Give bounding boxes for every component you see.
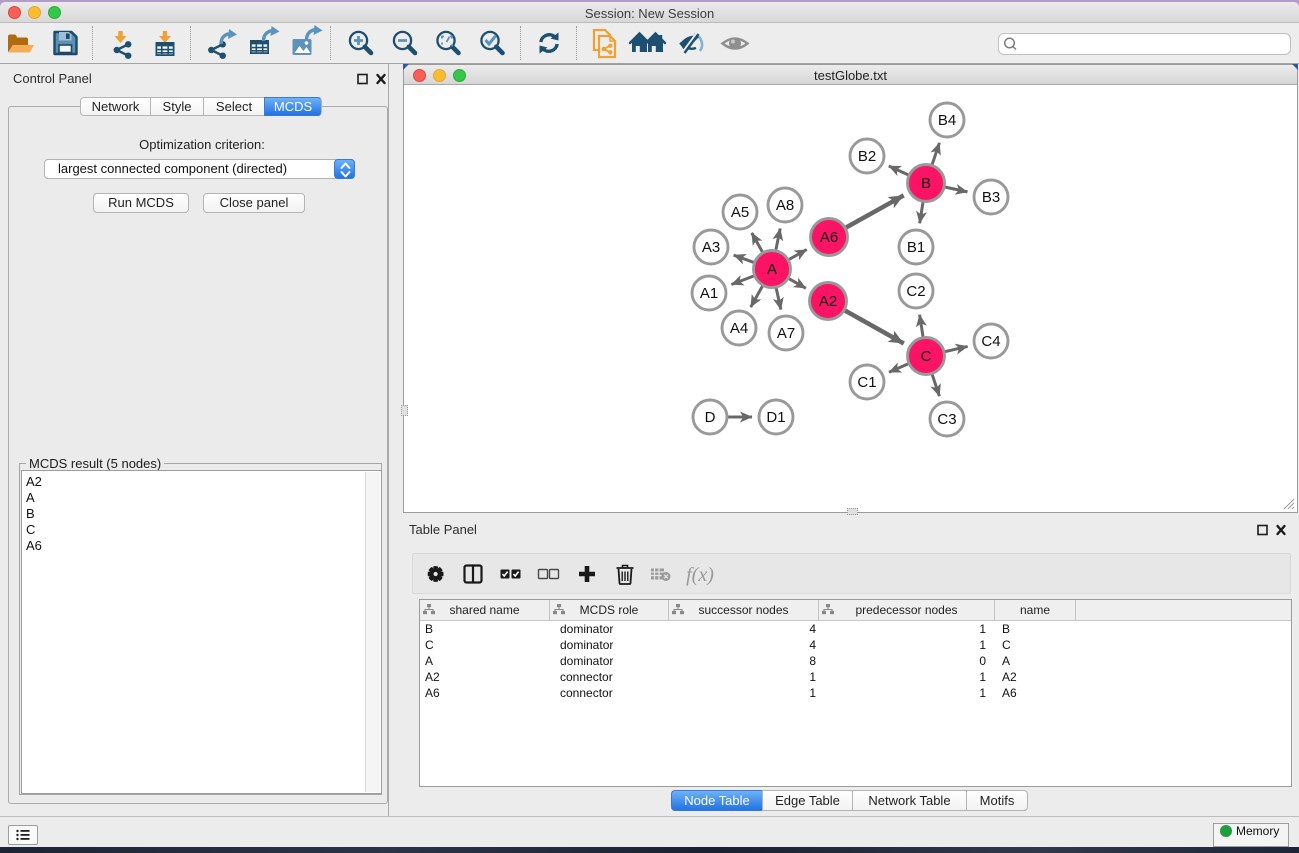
svg-text:A6: A6 (820, 229, 838, 246)
svg-text:A: A (767, 261, 777, 278)
svg-text:A5: A5 (731, 204, 749, 221)
svg-text:C: C (921, 348, 932, 365)
svg-text:B: B (921, 175, 931, 192)
svg-text:A1: A1 (700, 285, 718, 302)
svg-text:B1: B1 (907, 239, 925, 256)
svg-text:A3: A3 (702, 239, 720, 256)
svg-text:C1: C1 (857, 374, 876, 391)
svg-text:A7: A7 (777, 325, 795, 342)
svg-text:D: D (705, 409, 716, 426)
svg-text:C3: C3 (937, 411, 956, 428)
svg-text:A8: A8 (776, 197, 794, 214)
svg-text:C4: C4 (981, 333, 1000, 350)
svg-text:A4: A4 (730, 320, 748, 337)
svg-text:D1: D1 (766, 409, 785, 426)
svg-text:C2: C2 (906, 283, 925, 300)
svg-text:B4: B4 (938, 112, 956, 129)
svg-text:B2: B2 (858, 148, 876, 165)
svg-text:A2: A2 (819, 293, 837, 310)
svg-text:B3: B3 (982, 189, 1000, 206)
svg-text:f(x): f(x) (686, 564, 714, 586)
